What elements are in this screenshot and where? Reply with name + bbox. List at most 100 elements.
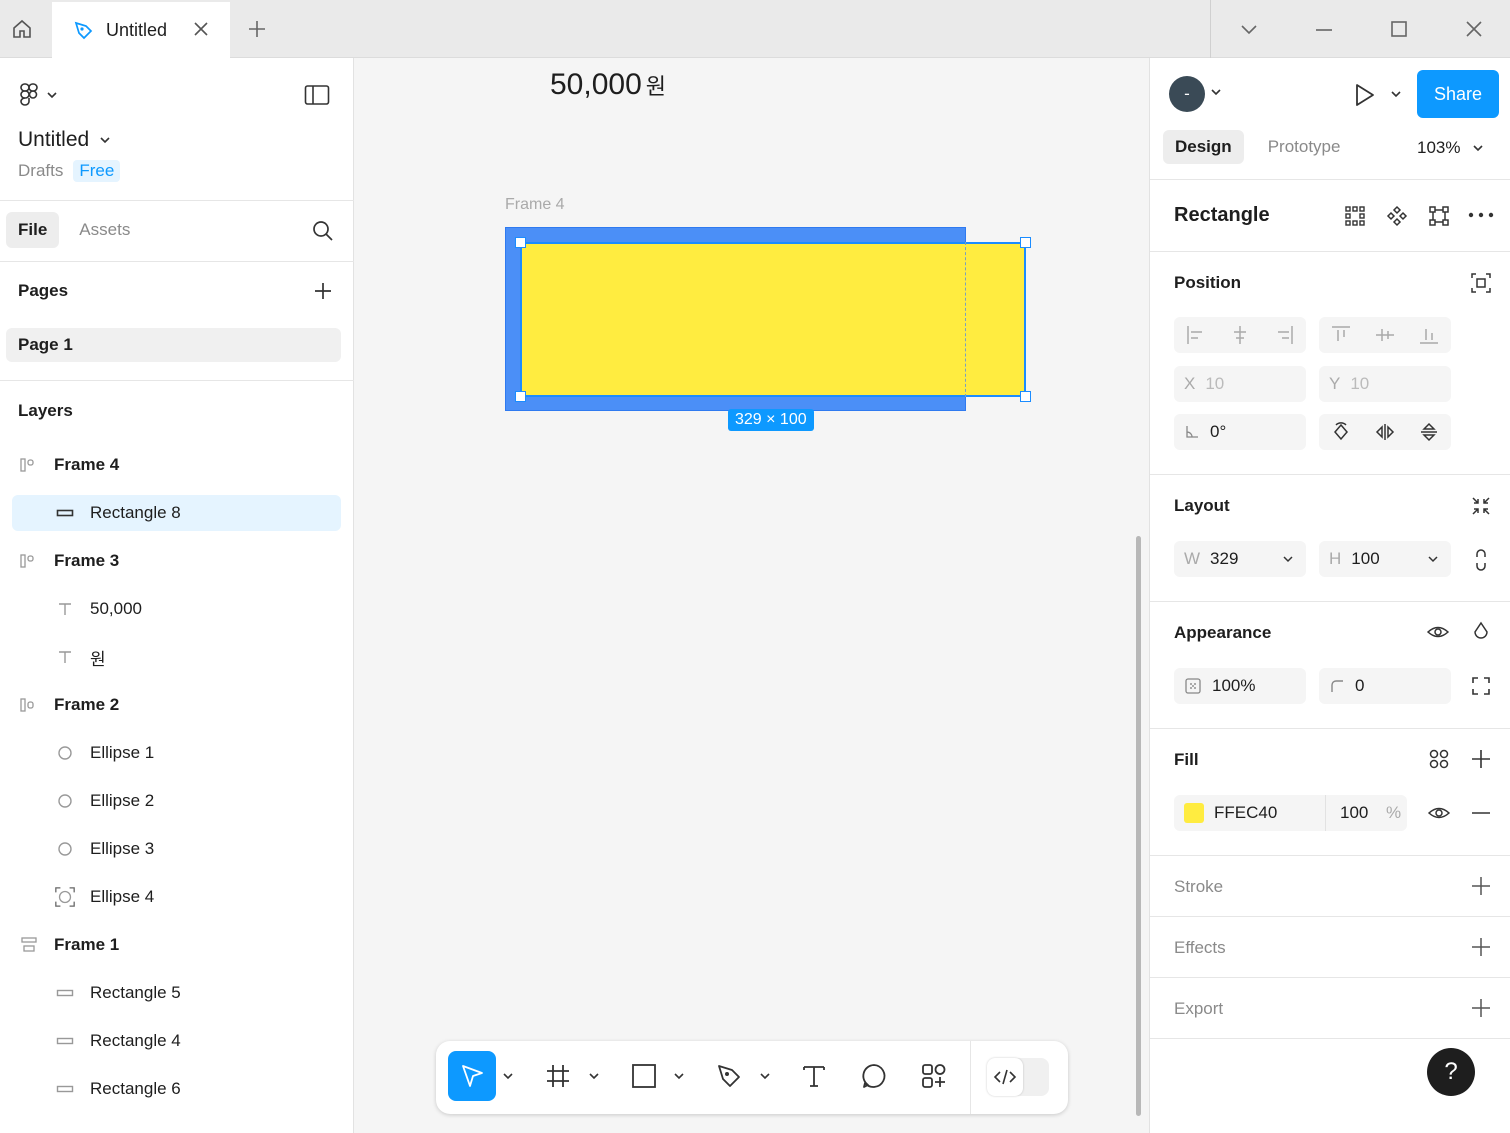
resize-handle-top-left[interactable] bbox=[515, 237, 526, 248]
layer-rectangle-8[interactable]: Rectangle 8 bbox=[12, 495, 341, 531]
tab-design[interactable]: Design bbox=[1163, 130, 1244, 164]
layer-frame-3[interactable]: Frame 3 bbox=[12, 543, 341, 579]
horizontal-align-group bbox=[1174, 317, 1306, 353]
transform-actions-group bbox=[1319, 414, 1451, 450]
blend-mode-icon[interactable] bbox=[1470, 620, 1492, 644]
resize-handle-bottom-right[interactable] bbox=[1020, 391, 1031, 402]
present-play-icon[interactable] bbox=[1352, 82, 1376, 108]
remove-fill-icon[interactable] bbox=[1470, 802, 1492, 824]
add-stroke-icon[interactable] bbox=[1470, 875, 1492, 897]
pen-tool-icon bbox=[72, 19, 94, 41]
layer-text-50000[interactable]: 50,000 bbox=[12, 591, 341, 627]
resize-handle-top-right[interactable] bbox=[1020, 237, 1031, 248]
layer-rectangle-6[interactable]: Rectangle 6 bbox=[12, 1071, 341, 1107]
fill-swatch[interactable] bbox=[1184, 803, 1204, 823]
eye-icon[interactable] bbox=[1427, 802, 1451, 824]
align-center-vertical-icon[interactable] bbox=[1363, 317, 1407, 353]
pen-tool-icon[interactable] bbox=[711, 1051, 747, 1101]
minimize-icon[interactable] bbox=[1312, 16, 1336, 42]
y-position-field[interactable]: Y 10 bbox=[1319, 366, 1451, 402]
constraints-icon[interactable] bbox=[1470, 272, 1492, 294]
avatar[interactable]: - bbox=[1169, 76, 1205, 112]
layer-ellipse-2[interactable]: Ellipse 2 bbox=[12, 783, 341, 819]
independent-corners-icon[interactable] bbox=[1470, 675, 1492, 697]
frame-tool-menu-icon[interactable] bbox=[586, 1051, 602, 1101]
file-title-button[interactable]: Untitled bbox=[18, 128, 111, 152]
layer-rectangle-5[interactable]: Rectangle 5 bbox=[12, 975, 341, 1011]
transform-icon[interactable] bbox=[1428, 205, 1450, 227]
move-tool-button[interactable] bbox=[448, 1051, 496, 1101]
fill-color-field[interactable]: FFEC40 100 % bbox=[1174, 795, 1407, 831]
drafts-link[interactable]: Drafts bbox=[18, 161, 63, 181]
toggle-sidebar-icon[interactable] bbox=[304, 84, 330, 106]
move-tool-menu-icon[interactable] bbox=[500, 1051, 516, 1101]
canvas[interactable]: 50,000 원 Frame 4 329 × 100 bbox=[355, 58, 1148, 1133]
tab-untitled[interactable]: Untitled bbox=[52, 2, 230, 58]
tab-file[interactable]: File bbox=[6, 212, 60, 248]
zoom-dropdown[interactable]: 103% bbox=[1417, 138, 1484, 158]
resize-handle-bottom-left[interactable] bbox=[515, 391, 526, 402]
text-tool-icon[interactable] bbox=[796, 1051, 832, 1101]
layer-text-won[interactable]: 원 bbox=[12, 639, 341, 675]
add-fill-icon[interactable] bbox=[1470, 748, 1492, 770]
frame-tool-icon[interactable] bbox=[540, 1051, 576, 1101]
layer-ellipse-3[interactable]: Ellipse 3 bbox=[12, 831, 341, 867]
selected-rectangle[interactable] bbox=[520, 242, 1026, 397]
new-tab-icon[interactable] bbox=[244, 16, 270, 42]
align-center-horizontal-icon[interactable] bbox=[1218, 317, 1262, 353]
close-tab-icon[interactable] bbox=[192, 20, 210, 38]
add-effect-icon[interactable] bbox=[1470, 936, 1492, 958]
rotate-icon[interactable] bbox=[1319, 414, 1363, 450]
actions-tool-icon[interactable] bbox=[916, 1051, 952, 1101]
maximize-icon[interactable] bbox=[1387, 16, 1411, 42]
rotation-field[interactable]: 0° bbox=[1174, 414, 1306, 450]
comment-tool-icon[interactable] bbox=[856, 1051, 892, 1101]
styles-icon[interactable] bbox=[1428, 748, 1450, 770]
rectangle-tool-icon[interactable] bbox=[626, 1051, 662, 1101]
component-icon[interactable] bbox=[1386, 205, 1408, 227]
more-options-icon[interactable] bbox=[1468, 210, 1494, 220]
shape-tool-menu-icon[interactable] bbox=[671, 1051, 687, 1101]
close-window-icon[interactable] bbox=[1462, 16, 1486, 42]
constrain-proportions-icon[interactable] bbox=[1472, 548, 1490, 572]
tab-prototype[interactable]: Prototype bbox=[1256, 130, 1353, 164]
eye-icon[interactable] bbox=[1426, 621, 1450, 643]
chevron-down-icon[interactable] bbox=[1210, 86, 1222, 98]
layer-ellipse-4[interactable]: Ellipse 4 bbox=[12, 879, 341, 915]
collapse-icon[interactable] bbox=[1470, 495, 1492, 517]
corner-radius-field[interactable]: 0 bbox=[1319, 668, 1451, 704]
price-text[interactable]: 50,000 원 bbox=[550, 68, 666, 102]
canvas-scrollbar[interactable] bbox=[1136, 536, 1141, 1116]
search-icon[interactable] bbox=[311, 219, 335, 243]
width-field[interactable]: W 329 bbox=[1174, 541, 1306, 577]
chevron-down-icon[interactable] bbox=[1390, 88, 1402, 100]
layer-frame-2[interactable]: Frame 2 bbox=[12, 687, 341, 723]
align-bottom-icon[interactable] bbox=[1407, 317, 1451, 353]
chevron-down-icon[interactable] bbox=[1237, 16, 1261, 42]
align-left-icon[interactable] bbox=[1174, 317, 1218, 353]
pen-tool-menu-icon[interactable] bbox=[757, 1051, 773, 1101]
layer-frame-1[interactable]: Frame 1 bbox=[12, 927, 341, 963]
x-position-field[interactable]: X 10 bbox=[1174, 366, 1306, 402]
layer-frame-4[interactable]: Frame 4 bbox=[12, 447, 341, 483]
main-menu-button[interactable] bbox=[18, 82, 58, 108]
tab-assets[interactable]: Assets bbox=[65, 212, 144, 248]
plan-badge[interactable]: Free bbox=[73, 160, 121, 182]
share-button[interactable]: Share bbox=[1417, 70, 1499, 118]
add-page-icon[interactable] bbox=[312, 280, 334, 302]
flip-horizontal-icon[interactable] bbox=[1363, 414, 1407, 450]
help-button[interactable]: ? bbox=[1427, 1048, 1475, 1096]
align-top-icon[interactable] bbox=[1319, 317, 1363, 353]
flip-vertical-icon[interactable] bbox=[1407, 414, 1451, 450]
page-item[interactable]: Page 1 bbox=[6, 328, 341, 362]
home-icon[interactable] bbox=[0, 0, 44, 58]
opacity-field[interactable]: 100% bbox=[1174, 668, 1306, 704]
layer-rectangle-4[interactable]: Rectangle 4 bbox=[12, 1023, 341, 1059]
layer-ellipse-1[interactable]: Ellipse 1 bbox=[12, 735, 341, 771]
dev-mode-toggle[interactable] bbox=[987, 1058, 1049, 1096]
grid-icon[interactable] bbox=[1344, 205, 1366, 227]
add-export-icon[interactable] bbox=[1470, 997, 1492, 1019]
align-right-icon[interactable] bbox=[1262, 317, 1306, 353]
frame-label[interactable]: Frame 4 bbox=[505, 196, 565, 214]
height-field[interactable]: H 100 bbox=[1319, 541, 1451, 577]
